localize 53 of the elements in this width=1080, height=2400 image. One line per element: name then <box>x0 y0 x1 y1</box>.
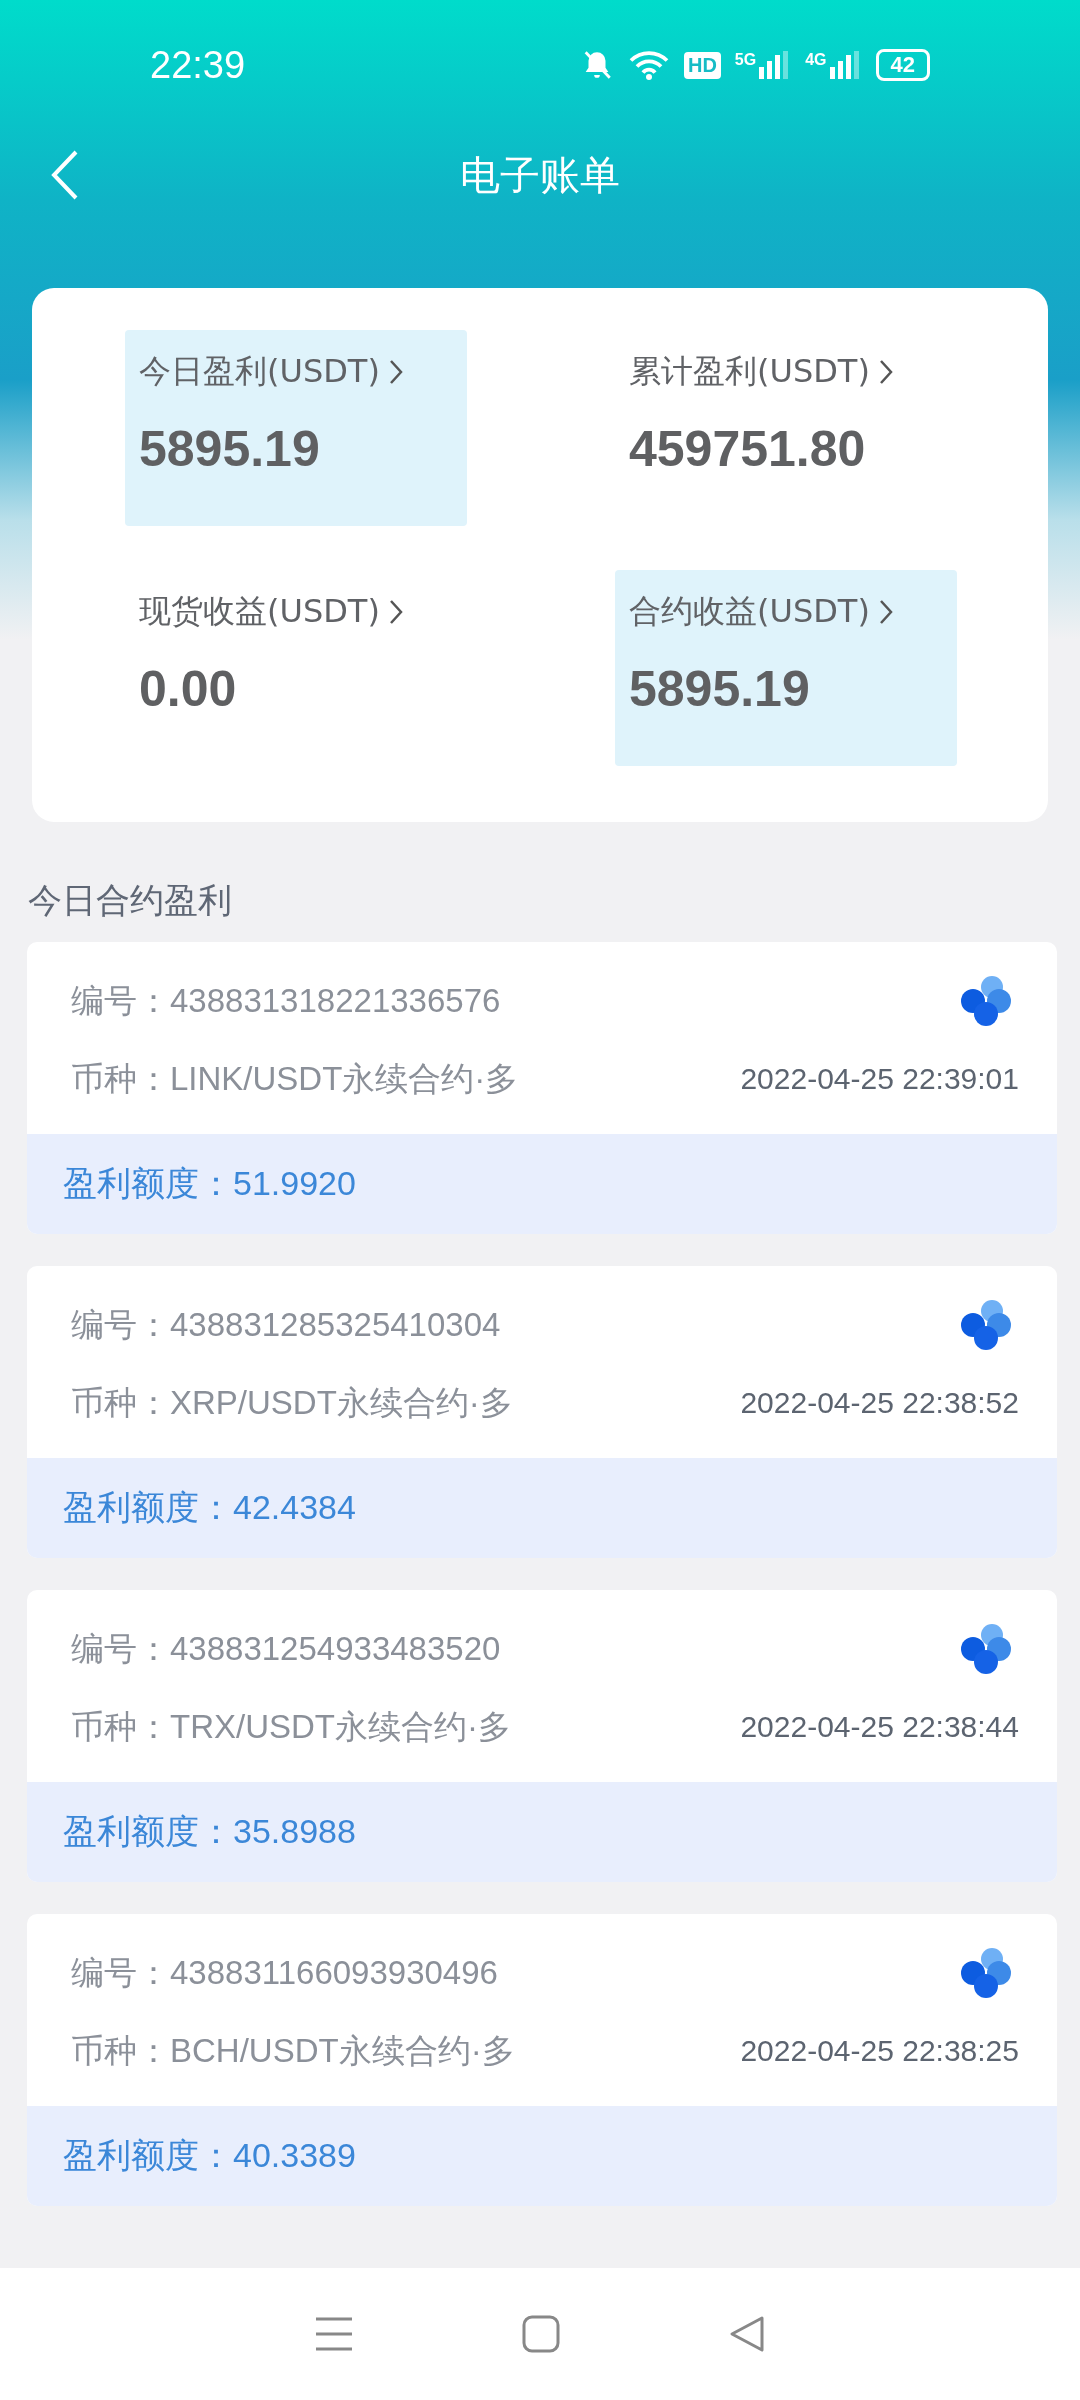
record-id: 编号：438831318221336576 <box>71 980 501 1021</box>
record-id: 编号：438831166093930496 <box>71 1952 498 1993</box>
circles-logo-icon <box>959 1946 1013 2000</box>
summary-tile[interactable]: 合约收益(USDT) 5895.19 <box>615 570 957 766</box>
summary-label: 累计盈利(USDT) <box>629 351 870 392</box>
record-profit: 盈利额度：42.4384 <box>63 1487 356 1528</box>
summary-label: 现货收益(USDT) <box>139 591 380 632</box>
summary-value: 0.00 <box>139 660 238 718</box>
chevron-icon <box>387 358 404 386</box>
wifi-icon <box>627 48 670 82</box>
chevron-icon <box>387 598 404 626</box>
summary-label: 合约收益(USDT) <box>629 591 870 632</box>
hd-badge: HD <box>683 51 721 79</box>
record-time: 2022-04-25 22:38:44 <box>740 1710 1019 1744</box>
record-card[interactable]: 编号：438831254933483520 币种：TRX/USDT永续合约·多 2022-04-25 22:38:44 盈利额度：35.8988 <box>27 1590 1057 1882</box>
record-card[interactable]: 编号：438831166093930496 币种：BCH/USDT永续合约·多 2022-04-25 22:38:25 盈利额度：40.3389 <box>27 1914 1057 2206</box>
chevron-icon <box>877 598 894 626</box>
record-card[interactable]: 编号：438831285325410304 币种：XRP/USDT永续合约·多 2022-04-25 22:38:52 盈利额度：42.4384 <box>27 1266 1057 1558</box>
battery-indicator: 42 <box>875 49 930 81</box>
menu-icon[interactable] <box>314 2316 354 2352</box>
record-coin: 币种：BCH/USDT永续合约·多 <box>71 2030 515 2071</box>
record-time: 2022-04-25 22:38:25 <box>740 2034 1019 2068</box>
record-time: 2022-04-25 22:39:01 <box>740 1062 1019 1096</box>
network-label: 4G <box>805 51 827 69</box>
summary-tile[interactable]: 现货收益(USDT) 0.00 <box>125 570 467 766</box>
circles-logo-icon <box>959 1298 1013 1352</box>
record-id: 编号：438831254933483520 <box>71 1628 501 1669</box>
summary-value: 5895.19 <box>629 660 811 718</box>
record-id: 编号：438831285325410304 <box>71 1304 501 1345</box>
circles-logo-icon <box>959 974 1013 1028</box>
record-card[interactable]: 编号：438831318221336576 币种：LINK/USDT永续合约·多 2022-04-25 22:39:01 盈利额度：51.9920 <box>27 942 1057 1234</box>
network-label: 5G <box>734 51 757 69</box>
summary-label: 今日盈利(USDT) <box>139 351 380 392</box>
back-triangle-icon[interactable] <box>728 2315 766 2353</box>
record-profit: 盈利额度：35.8988 <box>63 1811 356 1852</box>
summary-value: 5895.19 <box>139 420 321 478</box>
page-title: 电子账单 <box>460 150 620 200</box>
home-icon[interactable] <box>522 2315 560 2353</box>
section-title: 今日合约盈利 <box>27 879 233 922</box>
record-time: 2022-04-25 22:38:52 <box>740 1386 1019 1420</box>
record-coin: 币种：XRP/USDT永续合约·多 <box>71 1382 513 1423</box>
summary-value: 459751.80 <box>629 420 867 478</box>
summary-tile[interactable]: 今日盈利(USDT) 5895.19 <box>125 330 467 526</box>
record-coin: 币种：TRX/USDT永续合约·多 <box>71 1706 511 1747</box>
signal-icon <box>827 51 862 79</box>
back-icon[interactable] <box>50 148 80 202</box>
record-coin: 币种：LINK/USDT永续合约·多 <box>71 1058 519 1099</box>
record-profit: 盈利额度：40.3389 <box>63 2135 356 2176</box>
record-profit: 盈利额度：51.9920 <box>63 1163 356 1204</box>
chevron-icon <box>877 358 894 386</box>
summary-tile[interactable]: 累计盈利(USDT) 459751.80 <box>615 330 957 526</box>
status-time: 22:39 <box>150 43 246 87</box>
circles-logo-icon <box>959 1622 1013 1676</box>
